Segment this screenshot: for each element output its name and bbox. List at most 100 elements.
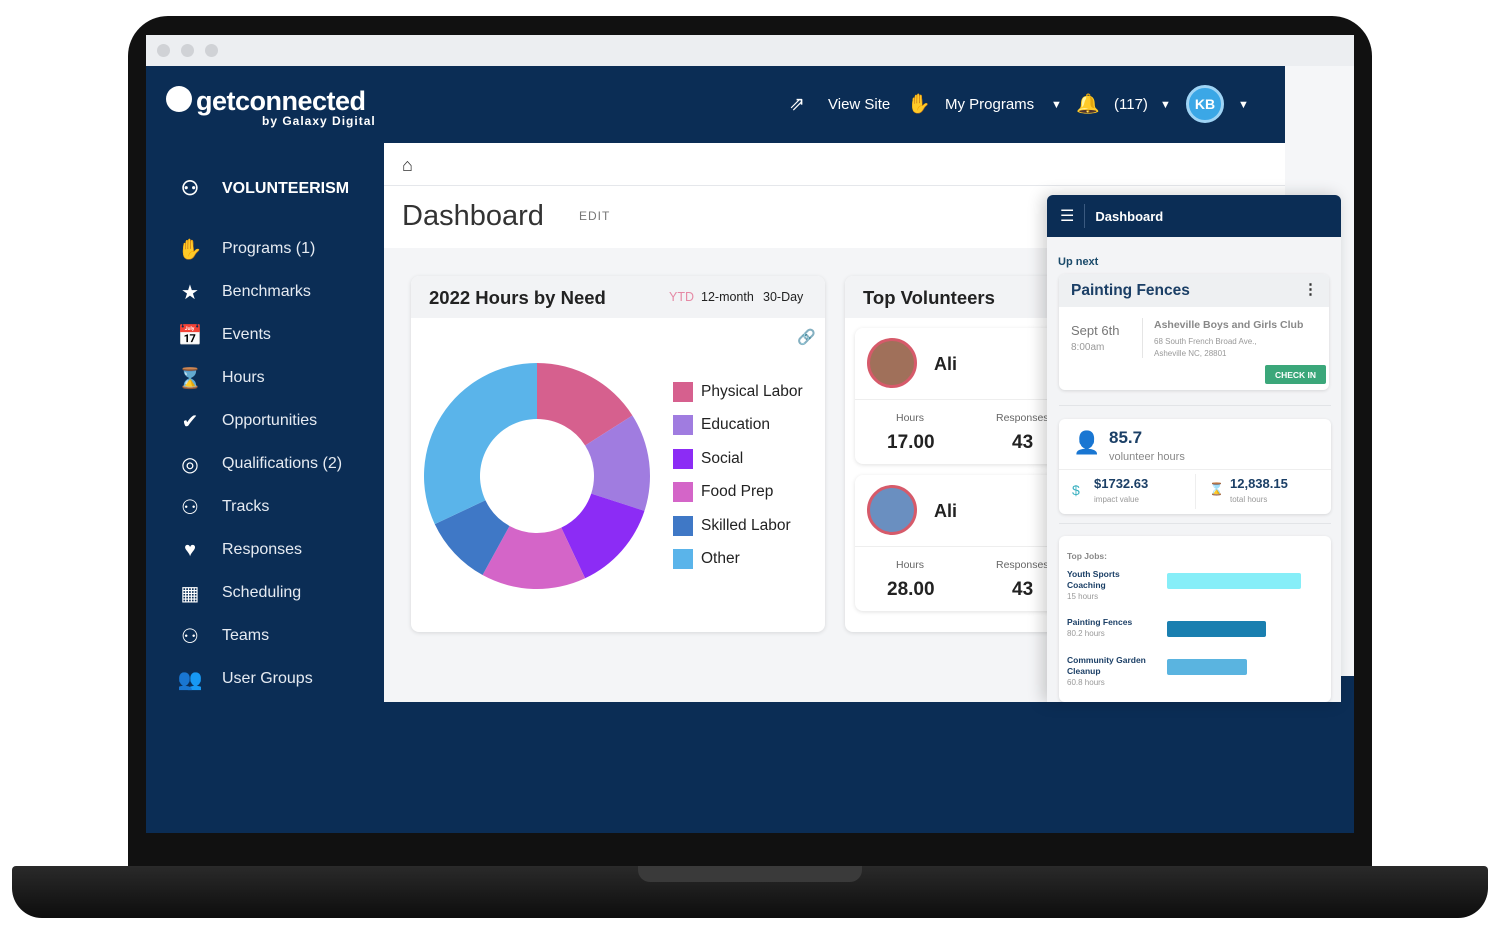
event-title: Painting Fences: [1071, 282, 1190, 299]
job-row[interactable]: Community Garden Cleanup 60.8 hours: [1067, 655, 1327, 695]
sidebar-item-label: Programs (1): [222, 240, 316, 257]
calendar-icon: 📅: [177, 324, 203, 347]
sidebar-item-label: User Groups: [222, 670, 313, 687]
sidebar-item-benchmarks[interactable]: ★ Benchmarks: [174, 277, 311, 307]
sidebar-item-hours[interactable]: ⌛ Hours: [174, 363, 265, 393]
sidebar-section: ⚇ VOLUNTEERISM: [174, 176, 349, 201]
logo[interactable]: getconnected: [196, 86, 366, 117]
link-icon[interactable]: 🔗: [797, 328, 816, 346]
legend-swatch: [673, 448, 693, 469]
avatar[interactable]: KB: [1186, 85, 1224, 123]
chevron-down-icon[interactable]: ▼: [1160, 99, 1171, 111]
responses-value: 43: [1012, 432, 1034, 453]
responses-value: 43: [1012, 579, 1034, 600]
sidebar-item-teams[interactable]: ⚇ Teams: [174, 621, 269, 651]
impact-label: impact value: [1094, 495, 1139, 504]
total-hours-label: total hours: [1230, 495, 1268, 504]
volunteer-hours-value: 85.7: [1109, 428, 1143, 447]
browser-chrome: [146, 35, 1354, 66]
sidebar-item-events[interactable]: 📅 Events: [174, 320, 271, 350]
sidebar-item-label: Scheduling: [222, 584, 302, 601]
sidebar-item-label: Tracks: [222, 498, 270, 515]
view-site-link[interactable]: View Site: [828, 96, 890, 113]
check-circle-icon: ✔: [181, 410, 199, 433]
edit-button[interactable]: EDIT: [579, 209, 610, 223]
bell-icon[interactable]: 🔔: [1076, 92, 1100, 116]
menu-icon[interactable]: ☰: [1060, 206, 1074, 226]
volunteer-heart-icon: 👤: [1073, 430, 1101, 455]
responses-label: Responses: [996, 559, 1049, 571]
up-next-label: Up next: [1058, 256, 1099, 268]
event-address-2: Asheville NC, 28801: [1154, 349, 1227, 358]
filter-ytd[interactable]: YTD: [669, 290, 694, 304]
check-in-button[interactable]: CHECK IN: [1265, 365, 1326, 384]
users-icon: 👥: [177, 668, 203, 691]
hand-globe-icon: ✋: [177, 238, 203, 261]
mobile-title: Dashboard: [1095, 208, 1164, 224]
legend-item[interactable]: Skilled Labor: [673, 509, 803, 543]
window-close-dot[interactable]: [157, 44, 170, 57]
sidebar-item-user-groups[interactable]: 👥 User Groups: [174, 664, 313, 694]
hours-value: 28.00: [887, 579, 935, 600]
breadcrumb: ⌂: [384, 143, 1285, 186]
hours-label: Hours: [896, 559, 925, 571]
window-min-dot[interactable]: [181, 44, 194, 57]
logo-subtitle: by Galaxy Digital: [262, 114, 376, 128]
legend-label: Food Prep: [701, 483, 774, 501]
volunteer-avatar: [867, 338, 917, 388]
window-max-dot[interactable]: [205, 44, 218, 57]
legend-item[interactable]: Food Prep: [673, 476, 803, 510]
event-time: 8:00am: [1071, 342, 1105, 353]
legend-item[interactable]: Physical Labor: [673, 375, 803, 409]
volunteer-avatar: [867, 485, 917, 535]
volunteer-hours-label: volunteer hours: [1109, 451, 1185, 463]
sidebar-item-responses[interactable]: ♥ Responses: [174, 535, 302, 565]
heart-hands-icon: ♥: [184, 538, 196, 561]
home-icon[interactable]: ⌂: [402, 155, 413, 176]
filter-12-month[interactable]: 12-month: [701, 290, 754, 304]
sidebar-item-label: Qualifications (2): [222, 455, 343, 472]
top-jobs-card: Top Jobs: Youth Sports Coaching 15 hours…: [1059, 536, 1331, 702]
legend-swatch: [673, 381, 693, 402]
more-icon[interactable]: ⋮: [1303, 280, 1318, 298]
sidebar-item-programs[interactable]: ✋ Programs (1): [174, 234, 316, 264]
top-jobs-label: Top Jobs:: [1067, 551, 1107, 561]
sidebar-item-label: Teams: [222, 627, 270, 644]
app-header: getconnected by Galaxy Digital ⇗ View Si…: [146, 66, 1285, 143]
mobile-preview: ☰ Dashboard Up next Painting Fences ⋮ Se…: [1047, 195, 1341, 702]
sidebar-item-opportunities[interactable]: ✔ Opportunities: [174, 406, 318, 436]
legend-item[interactable]: Education: [673, 409, 803, 443]
chevron-down-icon[interactable]: ▼: [1238, 99, 1249, 111]
job-bar: [1167, 573, 1302, 589]
team-icon: ⚇: [181, 178, 199, 200]
people-icon: ⚇: [181, 496, 199, 519]
job-row[interactable]: Painting Fences 80.2 hours: [1067, 617, 1327, 657]
job-bar: [1167, 659, 1248, 675]
legend-item[interactable]: Other: [673, 543, 803, 577]
event-card[interactable]: Painting Fences ⋮ Sept 6th 8:00am Ashevi…: [1059, 274, 1329, 390]
legend-swatch: [673, 549, 693, 570]
page-title: Dashboard: [402, 200, 544, 232]
sidebar-item-tracks[interactable]: ⚇ Tracks: [174, 492, 269, 522]
sidebar-item-scheduling[interactable]: ▦ Scheduling: [174, 578, 302, 608]
filter-30-day[interactable]: 30-Day: [763, 290, 803, 304]
notification-count[interactable]: (117): [1114, 96, 1148, 113]
event-address-1: 68 South French Broad Ave.,: [1154, 337, 1257, 346]
hours-by-need-card: 2022 Hours by Need YTD 12-month 30-Day 🔗…: [411, 276, 825, 632]
stats-card: 👤 85.7 volunteer hours $ $1732.63 impact…: [1059, 419, 1331, 514]
my-programs-dropdown[interactable]: My Programs: [945, 96, 1034, 113]
legend-item[interactable]: Social: [673, 442, 803, 476]
laptop-notch: [638, 866, 862, 882]
team-icon: ⚇: [181, 625, 199, 648]
slice-other[interactable]: [424, 363, 537, 525]
chevron-down-icon[interactable]: ▼: [1051, 99, 1062, 111]
legend-label: Education: [701, 416, 770, 434]
sidebar-section-label: VOLUNTEERISM: [222, 179, 350, 197]
logo-icon: [166, 86, 192, 112]
sidebar-item-label: Responses: [222, 541, 303, 558]
sidebar-item-qualifications[interactable]: ◎ Qualifications (2): [174, 449, 342, 479]
card-title: Top Volunteers: [863, 287, 995, 308]
job-row[interactable]: Youth Sports Coaching 15 hours: [1067, 569, 1327, 609]
sidebar-item-label: Benchmarks: [222, 283, 311, 300]
donut-chart: [424, 363, 650, 589]
